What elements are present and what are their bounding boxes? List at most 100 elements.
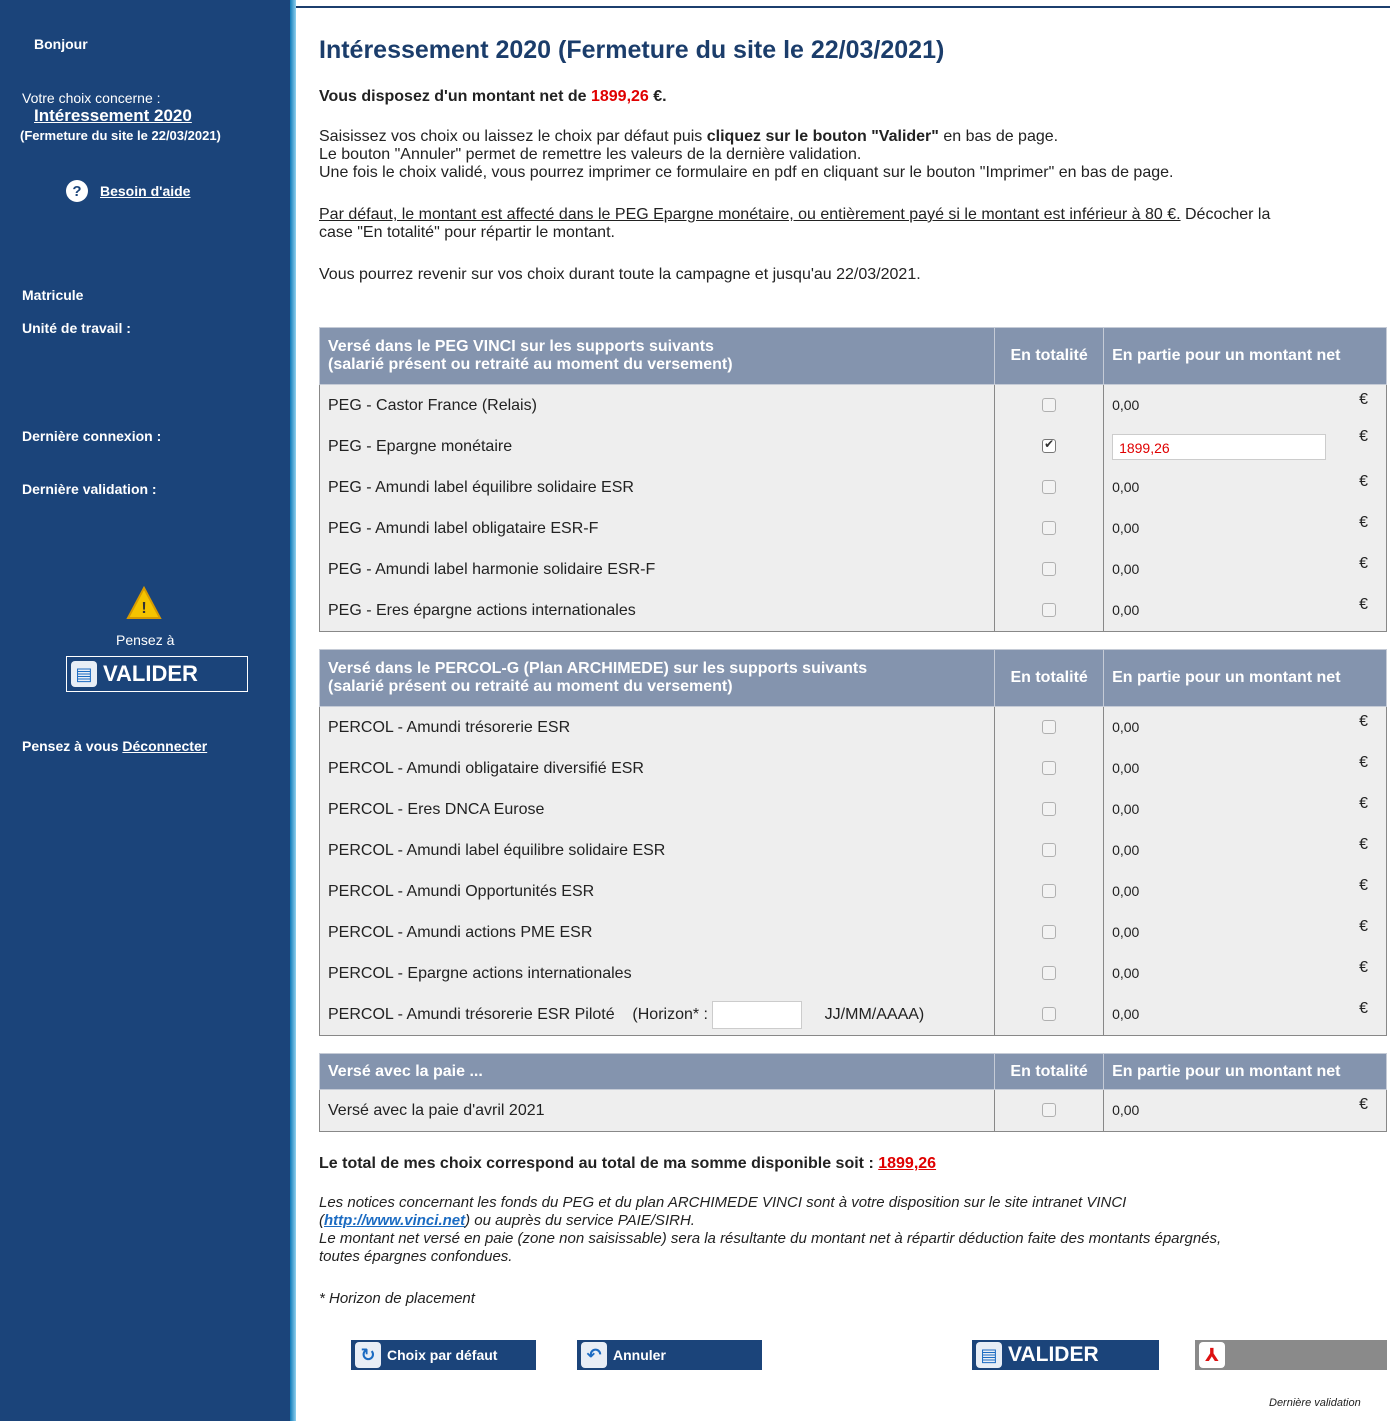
help-link-row[interactable]: ? Besoin d'aide (66, 180, 190, 202)
total-checkbox[interactable] (1042, 562, 1057, 577)
table-row: PEG - Castor France (Relais) 0,00 € (318, 384, 1387, 426)
amount-field[interactable]: 0,00 (1112, 1006, 1322, 1022)
logout-row: Pensez à vous Déconnecter (22, 738, 207, 754)
currency-symbol: € (1359, 554, 1368, 572)
total-checkbox[interactable] (1042, 925, 1057, 940)
vinci-link[interactable]: http://www.vinci.net (324, 1212, 465, 1229)
peg-header: Versé dans le PEG VINCI sur les supports… (318, 327, 996, 385)
total-checkbox[interactable] (1042, 720, 1057, 735)
amount-cell: 0,00 € (1103, 748, 1387, 789)
total-cell (994, 748, 1105, 789)
fund-label: PERCOL - Amundi obligataire diversifié E… (318, 748, 996, 789)
total-cell (994, 1089, 1105, 1132)
total-value: 1899,26 (878, 1155, 937, 1172)
total-checkbox[interactable] (1042, 843, 1057, 858)
pay-table: Versé avec la paie ... En totalité En pa… (318, 1053, 1387, 1132)
amount-field[interactable]: 0,00 (1112, 397, 1322, 413)
amount-field[interactable]: 0,00 (1112, 602, 1322, 618)
amount-field[interactable]: 0,00 (1112, 719, 1322, 735)
total-checkbox[interactable] (1042, 1103, 1057, 1118)
percol-col-total: En totalité (994, 649, 1105, 707)
amount-field[interactable]: 0,00 (1112, 561, 1322, 577)
default-underlined: Par défaut, le montant est affecté dans … (319, 206, 1181, 223)
help-link[interactable]: Besoin d'aide (100, 183, 190, 199)
last-validation-label: Dernière validation : (22, 481, 157, 497)
pay-col-total: En totalité (994, 1053, 1105, 1090)
total-checkbox[interactable] (1042, 480, 1057, 495)
sidebar-validate-button[interactable]: ▤ VALIDER (66, 656, 248, 692)
total-checkbox[interactable] (1042, 603, 1057, 618)
amount-field[interactable]: 0,00 (1112, 883, 1322, 899)
currency-symbol: € (1359, 595, 1368, 613)
percol-table: Versé dans le PERCOL-G (Plan ARCHIMEDE) … (318, 649, 1387, 1036)
total-cell (994, 871, 1105, 912)
fund-label: PERCOL - Amundi label équilibre solidair… (318, 830, 996, 871)
table-row: PERCOL - Amundi actions PME ESR 0,00 € (318, 912, 1387, 953)
currency-symbol: € (1359, 835, 1368, 853)
total-checkbox[interactable] (1042, 521, 1057, 536)
fund-label: PERCOL - Epargne actions internationales (318, 953, 996, 994)
horizon-date-input[interactable] (712, 1000, 803, 1029)
currency-symbol: € (1359, 712, 1368, 730)
fund-label: PEG - Amundi label harmonie solidaire ES… (318, 549, 996, 590)
pay-col-partial: En partie pour un montant net (1103, 1053, 1387, 1090)
total-checkbox[interactable] (1042, 802, 1057, 817)
amount-cell: 0,00 € (1103, 789, 1387, 830)
amount-field[interactable]: 0,00 (1112, 479, 1322, 495)
save-icon: ▤ (71, 661, 97, 687)
choice-subtitle: (Fermeture du site le 22/03/2021) (20, 128, 221, 143)
choice-label: Votre choix concerne : (22, 90, 161, 106)
default-rest-2: case "En totalité" pour répartir le mont… (319, 224, 615, 241)
total-checkbox[interactable] (1042, 884, 1057, 899)
amount-cell: 0,00 € (1103, 994, 1387, 1036)
amount-cell: 0,00 € (1103, 590, 1387, 632)
amount-field[interactable]: 0,00 (1112, 520, 1322, 536)
default-choice-label: Choix par défaut (387, 1347, 498, 1363)
table-row: PEG - Eres épargne actions international… (318, 590, 1387, 632)
total-cell (994, 549, 1105, 590)
fund-label: PERCOL - Amundi actions PME ESR (318, 912, 996, 953)
total-checkbox[interactable] (1042, 1007, 1057, 1022)
peg-col-total: En totalité (994, 327, 1105, 385)
percol-header-line2: (salarié présent ou retraité au moment d… (328, 678, 733, 695)
total-checkbox[interactable] (1042, 761, 1057, 776)
instr1-b: cliquez sur le bouton "Valider" (706, 128, 939, 145)
amount-suffix: €. (653, 88, 667, 105)
amount-field[interactable]: 0,00 (1112, 1102, 1322, 1118)
matricule-label: Matricule (22, 287, 84, 303)
currency-symbol: € (1359, 753, 1368, 771)
table-row: PEG - Amundi label équilibre solidaire E… (318, 467, 1387, 508)
logout-link[interactable]: Déconnecter (122, 738, 207, 754)
default-choice-button[interactable]: ↻ Choix par défaut (348, 1340, 536, 1370)
horizon-note: * Horizon de placement (319, 1290, 475, 1307)
table-row-pilot: PERCOL - Amundi trésorerie ESR Piloté (H… (318, 994, 1387, 1036)
sidebar-edge (290, 0, 296, 1421)
last-validation-caption: Dernière validation (1269, 1397, 1361, 1409)
cancel-label: Annuler (613, 1347, 666, 1363)
validate-label: VALIDER (1008, 1343, 1099, 1366)
peg-table: Versé dans le PEG VINCI sur les supports… (318, 327, 1387, 632)
amount-field[interactable]: 0,00 (1112, 760, 1322, 776)
table-row: Versé avec la paie d'avril 2021 0,00 € (318, 1089, 1387, 1132)
help-icon: ? (66, 180, 88, 202)
total-checkbox[interactable] (1042, 437, 1057, 454)
amount-field[interactable]: 0,00 (1112, 965, 1322, 981)
total-checkbox[interactable] (1042, 966, 1057, 981)
total-text: Le total de mes choix correspond au tota… (319, 1155, 874, 1172)
amount-field[interactable]: 0,00 (1112, 924, 1322, 940)
percol-col-partial: En partie pour un montant net (1103, 649, 1387, 707)
fund-label: PEG - Amundi label obligataire ESR-F (318, 508, 996, 549)
cancel-button[interactable]: ↶ Annuler (574, 1340, 762, 1370)
print-button[interactable]: ⅄ (1195, 1340, 1387, 1370)
amount-field[interactable]: 0,00 (1112, 801, 1322, 817)
table-row: PEG - Amundi label harmonie solidaire ES… (318, 549, 1387, 590)
horizon-label: (Horizon* : (632, 1005, 708, 1023)
svg-text:!: ! (141, 600, 146, 617)
amount-field[interactable]: 0,00 (1112, 842, 1322, 858)
validate-button[interactable]: ▤ VALIDER (969, 1340, 1159, 1370)
table-row: PERCOL - Amundi trésorerie ESR 0,00 € (318, 706, 1387, 748)
total-checkbox[interactable] (1042, 398, 1057, 413)
currency-symbol: € (1359, 390, 1368, 408)
amount-field[interactable]: 1899,26 (1112, 433, 1327, 460)
currency-symbol: € (1359, 999, 1368, 1017)
